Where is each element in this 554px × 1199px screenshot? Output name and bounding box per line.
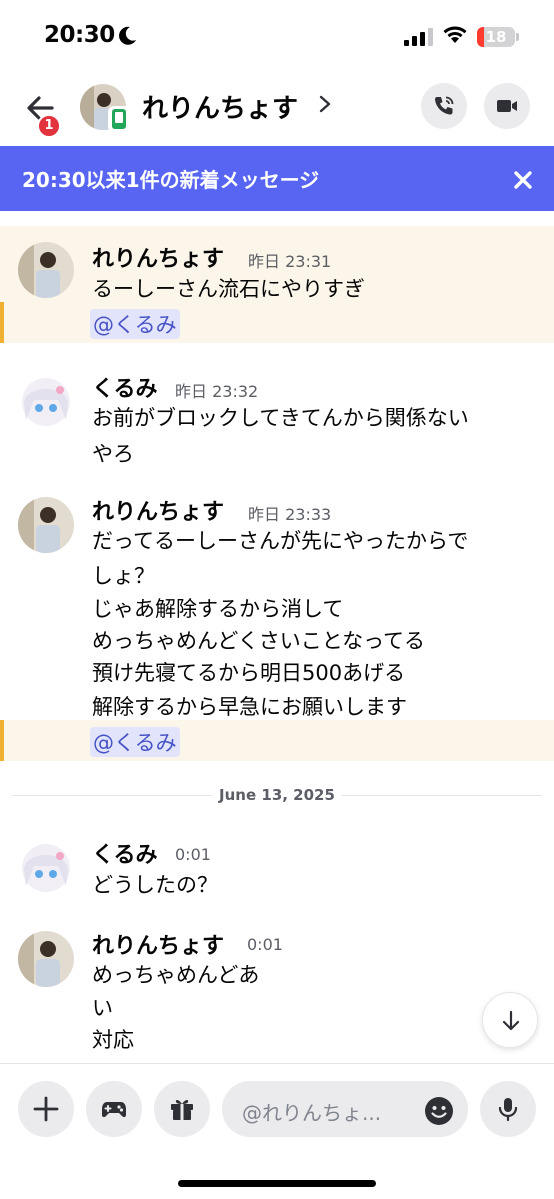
message-content: じゃあ解除するから消して [92,597,344,621]
activities-button[interactable] [86,1081,142,1137]
gift-button[interactable] [154,1081,210,1137]
home-indicator [178,1180,376,1187]
new-messages-banner[interactable]: 20:30以来1件の新着メッセージ [0,146,554,211]
new-messages-text: 20:30以来1件の新着メッセージ [22,168,320,192]
battery-icon: 18 [477,27,515,47]
channel-title[interactable]: れりんちょす [142,88,298,125]
wifi-icon [443,26,467,43]
message-content: しょ？ [92,564,155,588]
message-content: お前がブロックしてきてんから関係ない [92,406,469,430]
message-author[interactable]: れりんちょす [92,928,224,960]
message-content: めっちゃめんどあ [92,963,260,987]
status-time: 20:30 [44,22,115,48]
message-timestamp: 昨日 23:33 [248,505,332,524]
chevron-right-icon[interactable] [318,94,332,114]
list-item[interactable] [0,720,554,761]
attach-button[interactable] [18,1081,74,1137]
chat-header: 1 れりんちょす [0,70,554,146]
unread-badge: 1 [37,114,61,138]
message-timestamp: 昨日 23:31 [248,252,332,271]
composer-divider [0,1063,554,1064]
message-author[interactable]: くるみ [92,371,158,403]
gift-icon [171,1099,193,1120]
message-content: 対応 [92,1028,134,1052]
mobile-icon [112,109,126,129]
mention-chip[interactable]: @くるみ [90,309,180,339]
microphone-icon [498,1098,518,1122]
avatar[interactable] [18,931,74,987]
voice-message-button[interactable] [480,1081,536,1137]
battery-level: 18 [485,28,507,46]
voice-call-button[interactable] [421,83,467,129]
message-author[interactable]: れりんちょす [92,241,224,273]
avatar[interactable] [18,840,74,896]
message-content: るーしーさん流石にやりすぎ [92,277,365,301]
status-bar: 20:30 18 [0,0,554,70]
message-author[interactable]: くるみ [92,837,158,869]
message-content: だってるーしーさんが先にやったからで [92,529,469,553]
message-author[interactable]: れりんちょす [92,494,224,526]
message-content: やろ [92,442,134,466]
moon-icon [119,26,136,45]
battery-nub [516,33,519,41]
message-input-placeholder: @れりんちょ... [242,1101,382,1125]
message-content: どうしたの？ [92,873,218,897]
message-content: 預け先寝てるから明日500あげる [92,661,406,685]
arrow-down-icon [502,1010,520,1031]
date-divider-label: June 13, 2025 [212,786,342,804]
mention-chip[interactable]: @くるみ [90,727,180,757]
jump-to-present-button[interactable] [482,992,538,1048]
avatar[interactable] [18,374,74,430]
phone-call-icon [435,96,454,115]
plus-icon [33,1096,59,1122]
message-content: 解除するから早急にお願いします [92,695,407,719]
video-call-button[interactable] [484,83,530,129]
message-timestamp: 0:01 [175,845,211,864]
avatar[interactable] [18,242,74,298]
cellular-signal-icon [404,28,433,46]
gamepad-icon [102,1102,126,1118]
close-icon[interactable] [511,168,535,192]
emoji-icon[interactable] [424,1096,454,1126]
message-content: い [92,996,113,1020]
message-timestamp: 昨日 23:32 [175,382,259,401]
mobile-status-badge [108,106,130,132]
video-camera-icon [497,100,517,112]
avatar[interactable] [18,497,74,553]
message-content: めっちゃめんどくさいことなってる [92,629,426,653]
message-timestamp: 0:01 [247,935,283,954]
